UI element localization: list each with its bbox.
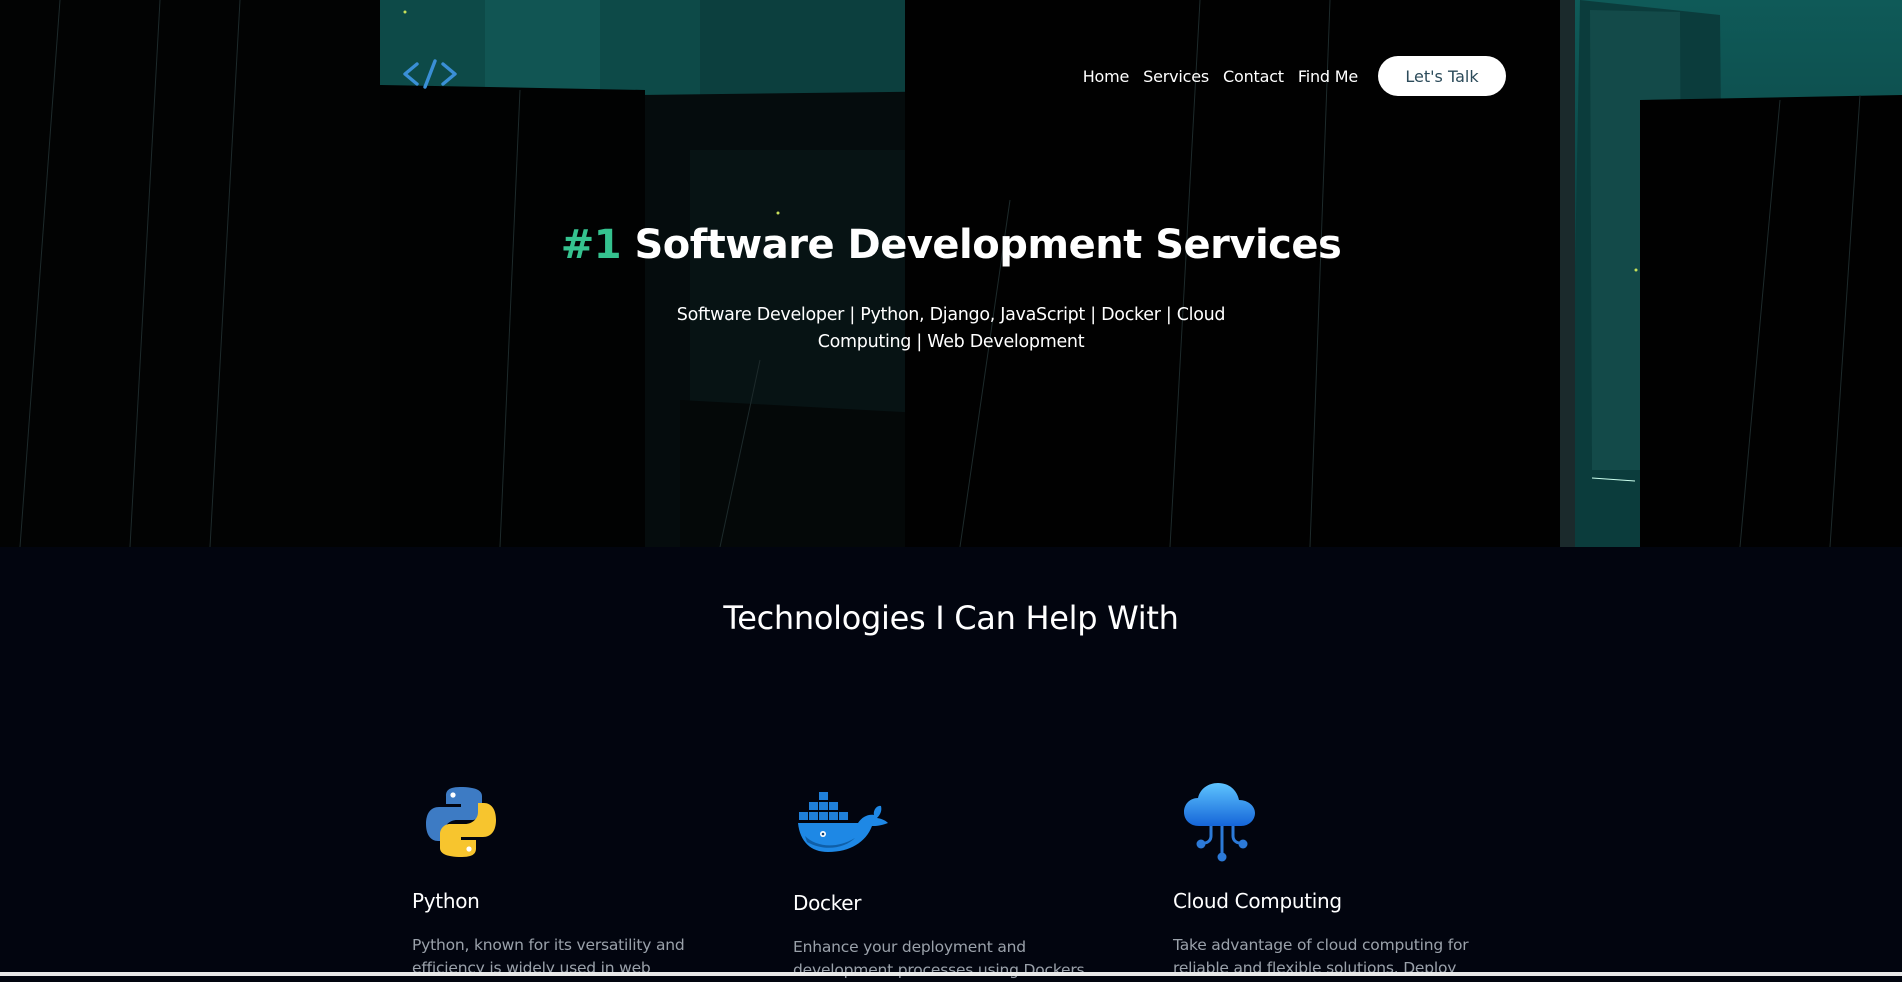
nav-home-link[interactable]: Home bbox=[1083, 67, 1130, 86]
docker-icon bbox=[797, 790, 889, 860]
code-brackets-icon[interactable] bbox=[402, 56, 458, 92]
lets-talk-button[interactable]: Let's Talk bbox=[1378, 56, 1506, 96]
nav-contact-link[interactable]: Contact bbox=[1223, 67, 1284, 86]
hero-section: Home Services Contact Find Me Let's Talk… bbox=[0, 0, 1902, 547]
python-icon bbox=[422, 783, 500, 865]
nav-services-link[interactable]: Services bbox=[1143, 67, 1209, 86]
technology-name: Cloud Computing bbox=[1173, 889, 1342, 913]
hero-title: #1 Software Development Services bbox=[0, 222, 1902, 268]
nav-find-me-link[interactable]: Find Me bbox=[1298, 67, 1358, 86]
hero-subtitle: Software Developer | Python, Django, Jav… bbox=[676, 305, 1226, 352]
hero-title-text: Software Development Services bbox=[634, 222, 1342, 268]
technologies-heading: Technologies I Can Help With bbox=[723, 599, 1179, 637]
hero-title-number: #1 bbox=[560, 222, 622, 268]
technologies-section: Technologies I Can Help With Python Pyth… bbox=[0, 547, 1902, 979]
technology-name: Docker bbox=[793, 891, 862, 915]
hero-background-buildings bbox=[0, 0, 1902, 547]
main-nav: Home Services Contact Find Me Let's Talk bbox=[1083, 56, 1506, 96]
technology-name: Python bbox=[412, 889, 480, 913]
cloud-computing-icon bbox=[1181, 780, 1263, 868]
horizontal-scrollbar[interactable] bbox=[0, 972, 1902, 976]
